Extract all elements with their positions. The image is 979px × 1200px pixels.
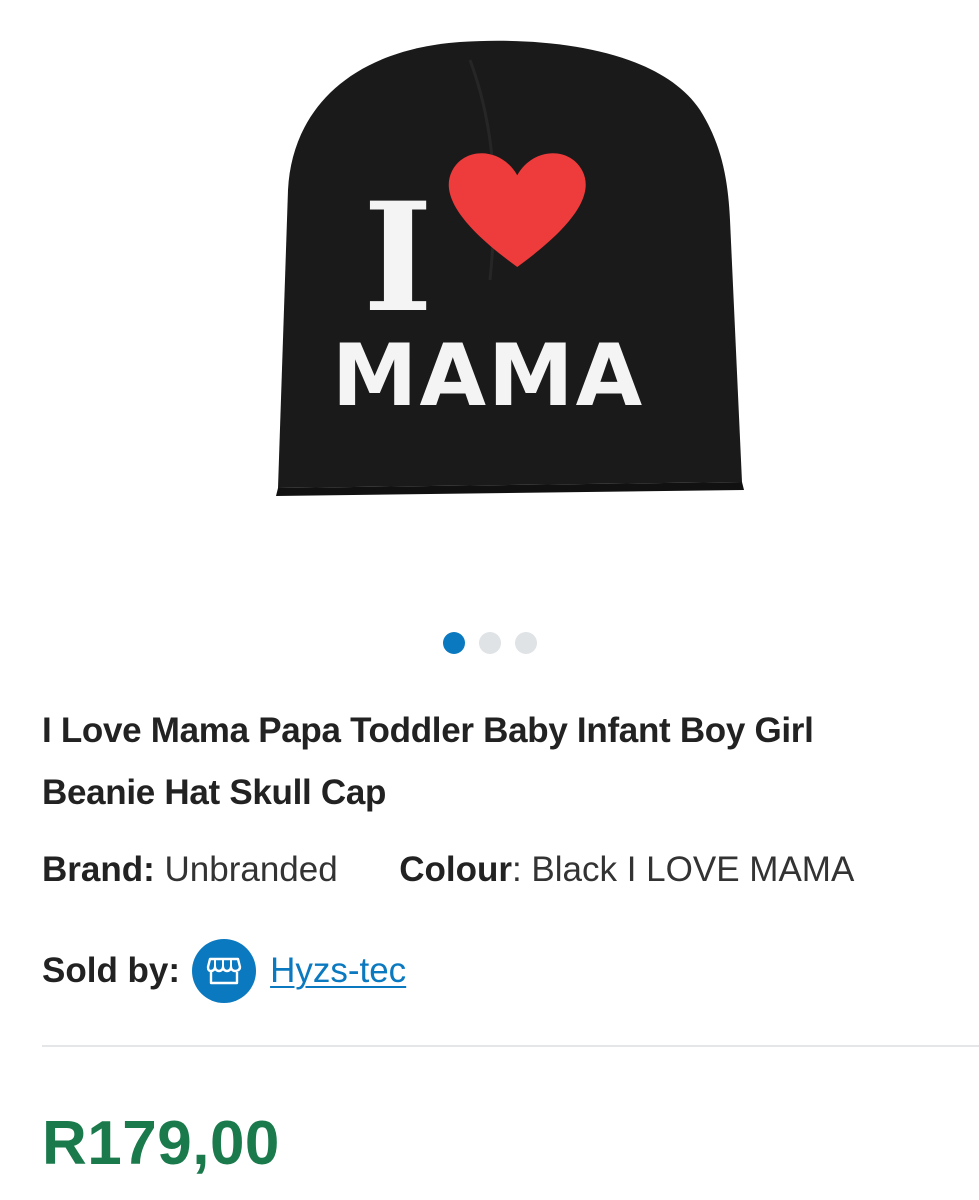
colour-value: Black I LOVE MAMA	[531, 850, 855, 889]
product-image-gallery[interactable]: I MAMA	[0, 0, 979, 654]
carousel-dot-3[interactable]	[514, 632, 537, 654]
colour-separator: :	[511, 850, 522, 889]
brand-label: Brand:	[42, 850, 155, 889]
seller-row: Sold by: Hyzs-tec	[42, 938, 406, 1004]
print-word-mama: MAMA	[332, 326, 644, 426]
product-price: R179,00	[42, 1109, 280, 1178]
brand-value: Unbranded	[164, 850, 338, 889]
print-letter-i: I	[363, 170, 433, 346]
product-title: I Love Mama Papa Toddler Baby Infant Boy…	[42, 711, 814, 812]
carousel-dots	[0, 632, 979, 654]
product-image[interactable]: I MAMA	[260, 20, 760, 510]
product-attributes: Brand: Unbranded Colour: Black I LOVE MA…	[42, 850, 854, 890]
storefront-icon[interactable]	[192, 939, 257, 1003]
carousel-dot-2[interactable]	[478, 632, 501, 654]
section-divider	[42, 1045, 979, 1047]
sold-by-label: Sold by:	[42, 951, 181, 990]
carousel-dot-1[interactable]	[442, 632, 465, 654]
colour-label: Colour	[399, 850, 512, 889]
seller-link[interactable]: Hyzs-tec	[270, 951, 406, 991]
